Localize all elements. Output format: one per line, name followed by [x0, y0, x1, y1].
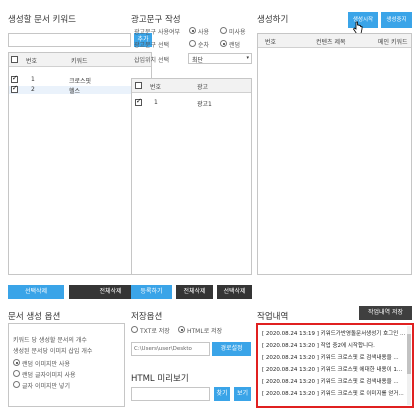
ad-select-label: 광고문구 선택 [134, 42, 170, 49]
log-line: [ 2020.08.24 13:20 ] 작업 중2에 시작합니다. [262, 343, 375, 349]
generate-panel-title: 생성하기 [257, 15, 289, 25]
row-keyword: 헬스 [69, 88, 81, 95]
save-txt-radio[interactable] [131, 326, 138, 333]
check-icon: ✓ [12, 74, 18, 82]
keyword-table-header: 번호 키워드 [9, 53, 151, 67]
row-checkbox[interactable]: ✓ [11, 74, 18, 83]
log-line: [ 2020.08.24 13:19 ] 키워드가반영돌문서생성기 호그인 ..… [262, 331, 406, 337]
ad-position-label: 삽입위치 선택 [134, 57, 170, 64]
ad-use-yes-label: 사용 [198, 29, 210, 36]
save-path-value: C:\Users\user\Deskto [134, 346, 192, 352]
log-line: [ 2020.08.24 13:20 ] 키워드 크로스핏 로 검색내용을 ..… [262, 355, 399, 361]
save-html-radio[interactable] [178, 326, 185, 333]
save-path-input[interactable]: C:\Users\user\Deskto [131, 342, 210, 356]
set-path-button[interactable]: 경로설정 [212, 342, 251, 356]
row-keyword: 크로스핏 [69, 78, 92, 85]
column-header-no: 번호 [26, 58, 38, 65]
log-line: [ 2020.08.24 13:20 ] 키워드 크로스핏 로 이미지를 얻거.… [262, 391, 404, 397]
ad-select-seq-label: 순차 [198, 42, 210, 49]
options-box: 키워드 당 생성할 문서의 개수 생성된 문서당 이미지 삽입 개수 랜덤 이미… [8, 323, 125, 407]
generate-table: 번호 컨텐츠 제목 메인 키워드 [257, 33, 412, 275]
row-checkbox[interactable]: ✓ [135, 97, 142, 106]
image-option-radio[interactable] [13, 381, 20, 388]
register-ad-button[interactable]: 등록하기 [131, 285, 172, 299]
row-no: 2 [31, 86, 35, 93]
find-file-button[interactable]: 찾기 [214, 387, 230, 401]
select-all-checkbox[interactable] [11, 56, 18, 63]
image-count-label: 생성된 문서당 이미지 삽입 개수 [13, 348, 93, 355]
preview-panel-title: HTML 미리보기 [131, 374, 189, 384]
ad-panel-title: 광고문구 작성 [131, 15, 181, 25]
chevron-down-icon: ▾ [246, 55, 249, 61]
row-ad: 광고1 [197, 101, 212, 108]
column-header-content-title: 컨텐츠 제목 [316, 39, 346, 46]
column-header-main-keyword: 메인 키워드 [378, 39, 408, 46]
table-row[interactable]: ✓ 1 크로스핏 [9, 74, 151, 85]
ad-table-header: 번호 광고 [132, 79, 251, 93]
log-panel-title: 작업내역 [257, 312, 289, 322]
generate-table-header: 번호 컨텐츠 제목 메인 키워드 [258, 34, 411, 48]
column-header-no: 번호 [150, 84, 162, 91]
options-panel-title: 문서 생성 옵션 [8, 312, 61, 322]
log-line: [ 2020.08.24 13:20 ] 키워드 크로스핏 에대한 내용이 1.… [262, 367, 403, 373]
image-option-label: 랜덤 글자이미지 사용 [22, 372, 76, 379]
column-header-ad: 광고 [197, 84, 209, 91]
save-panel-title: 저장옵션 [131, 312, 163, 322]
save-log-button[interactable]: 작업내역 저장 [359, 306, 412, 320]
ad-select-seq-radio[interactable] [189, 40, 196, 47]
ad-select-random-radio[interactable] [220, 40, 227, 47]
ad-use-yes-radio[interactable] [189, 27, 196, 34]
table-row[interactable]: ✓ 1 광고1 [132, 97, 251, 108]
ad-use-no-label: 미사용 [229, 29, 246, 36]
ad-position-value: 최단 [192, 57, 204, 64]
table-row[interactable]: ✓ 2 헬스 [9, 84, 151, 95]
delete-selected-ads-button[interactable]: 선택삭제 [217, 285, 252, 299]
save-txt-label: TXT로 저장 [140, 328, 170, 335]
image-option-radio[interactable] [13, 359, 20, 366]
column-header-no: 번호 [265, 39, 277, 46]
log-box: [ 2020.08.24 13:19 ] 키워드가반영돌문서생성기 호그인 ..… [256, 323, 414, 408]
save-html-label: HTML로 저장 [187, 328, 223, 335]
row-checkbox[interactable]: ✓ [11, 84, 18, 93]
view-preview-button[interactable]: 보기 [234, 387, 251, 401]
log-scrollbar-thumb[interactable] [407, 334, 411, 374]
delete-selected-keywords-button[interactable]: 선택삭제 [8, 285, 64, 299]
stop-generate-button[interactable]: 생성중지 [381, 12, 412, 28]
ad-use-label: 광고문구 사용여부 [134, 29, 181, 36]
image-option-label: 글자 이미지만 넣기 [22, 383, 70, 390]
log-line: [ 2020.08.24 13:20 ] 키워드 크로스핏 로 검색내용을 ..… [262, 379, 399, 385]
delete-all-ads-button[interactable]: 전체삭제 [176, 285, 213, 299]
preview-file-input[interactable] [131, 387, 210, 401]
row-no: 1 [154, 99, 158, 106]
image-option-label: 랜덤 이미지만 사용 [22, 361, 70, 368]
ad-select-random-label: 랜덤 [229, 42, 241, 49]
select-all-checkbox[interactable] [135, 82, 142, 89]
keyword-input[interactable] [8, 33, 131, 47]
image-option-radio[interactable] [13, 370, 20, 377]
doc-count-label: 키워드 당 생성할 문서의 개수 [13, 337, 87, 344]
ad-position-select[interactable]: 최단 ▾ [188, 53, 252, 64]
column-header-keyword: 키워드 [71, 58, 88, 65]
check-icon: ✓ [12, 84, 18, 92]
check-icon: ✓ [136, 97, 142, 105]
keyword-panel-title: 생성할 문서 키워드 [8, 15, 76, 25]
row-no: 1 [31, 76, 35, 83]
log-scrollbar[interactable] [407, 326, 411, 405]
ad-table: 번호 광고 ✓ 1 광고1 [131, 78, 252, 275]
ad-use-no-radio[interactable] [220, 27, 227, 34]
